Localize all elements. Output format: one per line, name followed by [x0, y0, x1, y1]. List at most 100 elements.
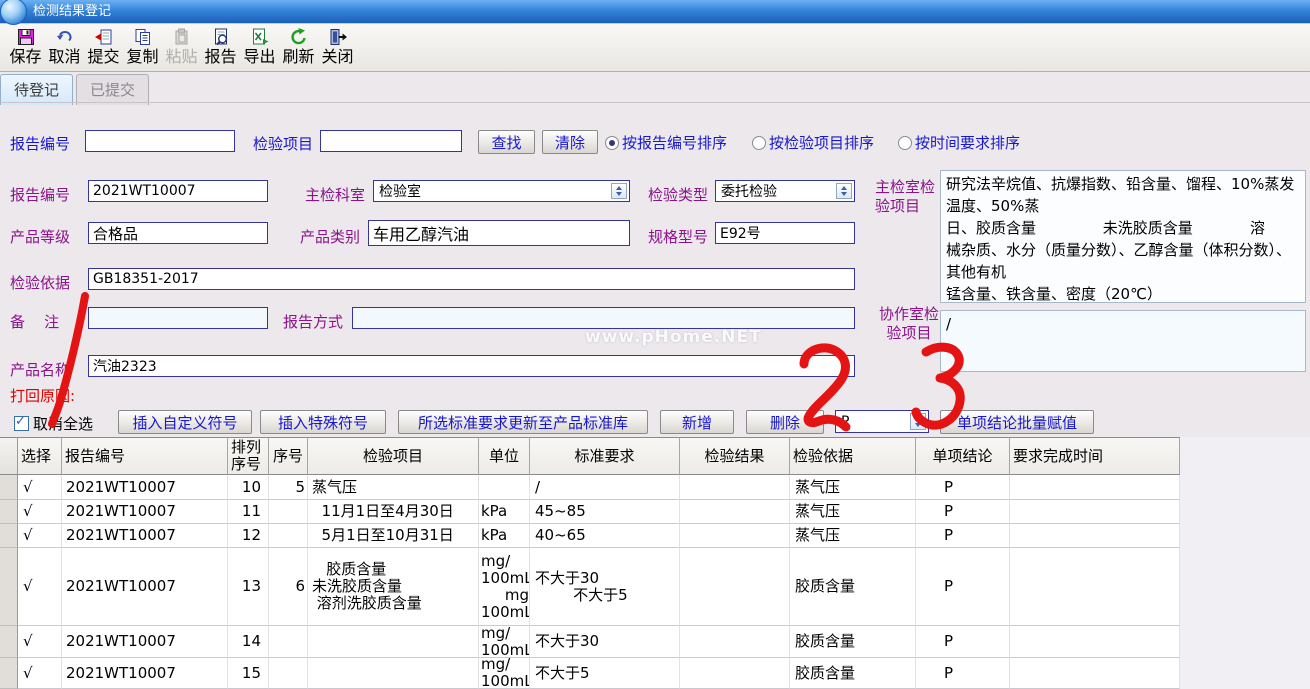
sort-by-item-radio[interactable]: 按检验项目排序 [752, 132, 874, 153]
close-button[interactable]: 关闭 [318, 27, 357, 66]
row-header[interactable] [0, 658, 18, 689]
cell-check[interactable]: √ [18, 475, 62, 500]
tab-bar: 待登记已提交 [0, 74, 1310, 102]
column-header-result[interactable]: 检验结果 [680, 437, 790, 475]
cell-check[interactable]: √ [18, 548, 62, 626]
dept-select[interactable]: 检验室 [373, 180, 630, 202]
row-header[interactable] [0, 475, 18, 500]
save-label: 保存 [9, 47, 41, 66]
remark-label: 备 注 [10, 311, 59, 332]
search-item-label: 检验项目 [253, 133, 313, 154]
cell-seq_no [269, 626, 308, 658]
cell-report_no: 2021WT10007 [62, 475, 228, 500]
cell-seq_no: 6 [269, 548, 308, 626]
table-row[interactable]: √2021WT10007105蒸气压/蒸气压P [0, 475, 1180, 500]
submit-button[interactable]: 提交 [84, 27, 123, 66]
delete-button[interactable]: 删除 [746, 410, 824, 434]
column-header-sort_no[interactable]: 排列序号 [228, 437, 269, 475]
select-all-checkbox[interactable] [14, 416, 29, 431]
tab-divider [0, 102, 1310, 103]
dropdown-spinner-icon[interactable] [611, 183, 627, 199]
undo-icon [55, 27, 75, 47]
cell-sort_no: 11 [228, 500, 269, 524]
row-header[interactable] [0, 626, 18, 658]
cell-unit: mg/ 100mL mg/ 100mL [479, 548, 530, 626]
main-items-label: 主检室检验项目 [875, 178, 937, 216]
dropdown-spinner-icon[interactable] [836, 183, 852, 199]
paste-label: 粘贴 [165, 47, 197, 66]
search-report-label: 报告编号 [10, 133, 70, 154]
row-header[interactable] [0, 548, 18, 626]
type-select[interactable]: 委托检验 [715, 180, 855, 202]
find-button[interactable]: 查找 [478, 130, 535, 154]
column-header-conclusion[interactable]: 单项结论 [916, 437, 1010, 475]
basis-input[interactable] [88, 268, 855, 290]
cell-report_no: 2021WT10007 [62, 658, 228, 689]
column-header-requirement[interactable]: 标准要求 [530, 437, 680, 475]
grade-input[interactable] [88, 222, 268, 244]
grade-label: 产品等级 [10, 226, 70, 247]
tab-submitted[interactable]: 已提交 [76, 74, 149, 105]
column-header-unit[interactable]: 单位 [479, 437, 530, 475]
table-row[interactable]: √2021WT1000711 11月1日至4月30日kPa45~85蒸气压P [0, 500, 1180, 524]
report-no-label: 报告编号 [10, 184, 70, 205]
search-report-input[interactable] [85, 130, 235, 152]
save-button[interactable]: 保存 [6, 27, 45, 66]
column-header-deadline[interactable]: 要求完成时间 [1010, 437, 1180, 475]
refresh-button[interactable]: 刷新 [279, 27, 318, 66]
sort-by-time-radio[interactable]: 按时间要求排序 [898, 132, 1020, 153]
category-input[interactable] [368, 220, 630, 246]
cell-check[interactable]: √ [18, 626, 62, 658]
clear-button[interactable]: 清除 [542, 130, 598, 154]
conclusion-value: P [841, 414, 849, 430]
row-header[interactable] [0, 500, 18, 524]
column-header-basis[interactable]: 检验依据 [790, 437, 916, 475]
add-button[interactable]: 新增 [660, 410, 734, 434]
coop-items-textarea[interactable]: / [940, 310, 1306, 372]
table-row[interactable]: √2021WT1000712 5月1日至10月31日kPa40~65蒸气压P [0, 524, 1180, 548]
spec-input[interactable] [715, 222, 855, 244]
cell-item: 蒸气压 [308, 475, 479, 500]
cell-check[interactable]: √ [18, 500, 62, 524]
results-table[interactable]: 选择报告编号排列序号序号检验项目单位标准要求检验结果检验依据单项结论要求完成时间… [0, 437, 1180, 689]
insert-special-symbol-button[interactable]: 插入特殊符号 [260, 410, 386, 434]
cell-basis: 蒸气压 [790, 475, 916, 500]
cancel-button[interactable]: 取消 [45, 27, 84, 66]
batch-assign-button[interactable]: 单项结论批量赋值 [940, 410, 1094, 434]
report-method-input[interactable] [352, 307, 855, 329]
insert-custom-symbol-button[interactable]: 插入自定义符号 [118, 410, 252, 434]
table-row[interactable]: √2021WT1000714mg/ 100mL不大于30胶质含量P [0, 626, 1180, 658]
table-row[interactable]: √2021WT1000715mg/ 100mL不大于5胶质含量P [0, 658, 1180, 689]
sort-by-report-radio[interactable]: 按报告编号排序 [605, 132, 727, 153]
select-all-control[interactable]: 取消全选 [14, 413, 93, 434]
cell-item: 胶质含量 未洗胶质含量 溶剂洗胶质含量 [308, 548, 479, 626]
dropdown-spinner-icon[interactable] [910, 413, 926, 430]
cell-basis: 胶质含量 [790, 626, 916, 658]
remark-input[interactable] [88, 307, 268, 329]
report-no-input[interactable] [88, 180, 268, 202]
table-row[interactable]: √2021WT10007136 胶质含量 未洗胶质含量 溶剂洗胶质含量mg/ 1… [0, 548, 1180, 626]
column-header-item[interactable]: 检验项目 [308, 437, 479, 475]
conclusion-select[interactable]: P [835, 410, 929, 433]
tab-pending[interactable]: 待登记 [0, 74, 73, 105]
row-header[interactable] [0, 524, 18, 548]
submit-icon [94, 27, 114, 47]
type-value: 委托检验 [721, 181, 777, 201]
update-standard-button[interactable]: 所选标准要求更新至产品标准库 [398, 410, 648, 434]
column-header-report_no[interactable]: 报告编号 [62, 437, 228, 475]
cell-unit: kPa [479, 500, 530, 524]
cell-check[interactable]: √ [18, 524, 62, 548]
column-header-check[interactable]: 选择 [18, 437, 62, 475]
report-button[interactable]: 报告 [201, 27, 240, 66]
cell-check[interactable]: √ [18, 658, 62, 689]
export-button[interactable]: 导出 [240, 27, 279, 66]
product-name-input[interactable] [88, 355, 855, 377]
cell-conclusion: P [916, 500, 1010, 524]
search-item-input[interactable] [320, 130, 462, 152]
watermark: www.pHome.NET [585, 327, 762, 347]
main-items-textarea[interactable]: 研究法辛烷值、抗爆指数、铅含量、馏程、10%蒸发温度、50%蒸 日、胶质含量 未… [940, 170, 1306, 303]
coop-items-label: 协作室检验项目 [878, 305, 940, 343]
column-header-seq_no[interactable]: 序号 [269, 437, 308, 475]
copy-button[interactable]: 复制 [123, 27, 162, 66]
basis-label: 检验依据 [10, 272, 70, 293]
